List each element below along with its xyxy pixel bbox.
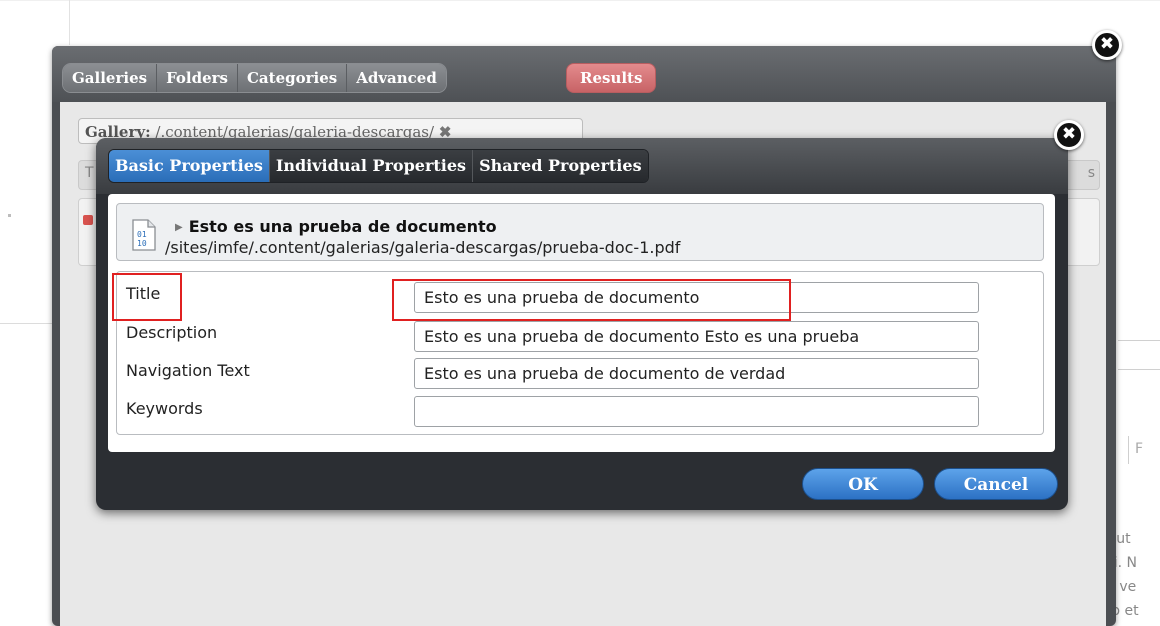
navigation-text-field[interactable] [414,358,979,389]
cancel-button[interactable]: Cancel [934,468,1058,500]
svg-text:01: 01 [137,230,147,239]
expand-triangle-icon[interactable]: ▶ [175,222,183,233]
title-label-highlight [112,273,182,321]
toolbar-text: T [85,165,94,181]
resource-title: ▶ Esto es una prueba de documento [175,217,497,236]
ok-button[interactable]: OK [802,468,924,500]
pdf-icon [83,215,93,225]
resource-info: 01 10 ▶ Esto es una prueba de documento /… [116,203,1044,261]
tab-folders[interactable]: Folders [157,64,238,92]
properties-tabbar: Basic Properties Individual Properties S… [108,149,649,183]
title-field-highlight [392,279,791,321]
properties-dialog-header: Basic Properties Individual Properties S… [96,138,1068,194]
navigation-text-label: Navigation Text [126,361,250,380]
close-gallery-icon[interactable]: ✖ [1092,30,1122,60]
tab-advanced[interactable]: Advanced [347,64,446,92]
background-divider [1118,369,1160,370]
tab-shared-properties[interactable]: Shared Properties [473,150,648,182]
resource-path: /sites/imfe/.content/galerias/galeria-de… [165,238,681,257]
properties-dialog: Basic Properties Individual Properties S… [96,138,1068,510]
background-divider [69,0,70,45]
tab-basic-properties[interactable]: Basic Properties [109,150,270,182]
description-label: Description [126,323,218,342]
tab-galleries[interactable]: Galleries [63,64,158,92]
gallery-tabbar: Galleries Folders Categories Advanced [62,63,447,93]
keywords-field[interactable] [414,396,979,427]
background-field-text: F [1135,441,1144,457]
toolbar-text: s [1087,165,1095,181]
svg-text:10: 10 [137,239,147,248]
gallery-dialog-header: Galleries Folders Categories Advanced Re… [52,46,1116,102]
background-divider [1118,340,1160,341]
background-divider [0,323,52,324]
tab-categories[interactable]: Categories [237,64,348,92]
tab-results[interactable]: Results [566,63,657,93]
close-properties-icon[interactable]: ✖ [1054,120,1084,150]
tab-individual-properties[interactable]: Individual Properties [269,150,474,182]
properties-dialog-body: 01 10 ▶ Esto es una prueba de documento /… [108,194,1055,452]
resource-title-text: Esto es una prueba de documento [188,217,497,236]
document-binary-icon: 01 10 [132,219,156,251]
background-field: F [1128,436,1160,464]
keywords-label: Keywords [126,399,203,418]
background-mark [8,214,11,217]
background-divider [0,0,1160,1]
description-field[interactable] [414,321,979,352]
